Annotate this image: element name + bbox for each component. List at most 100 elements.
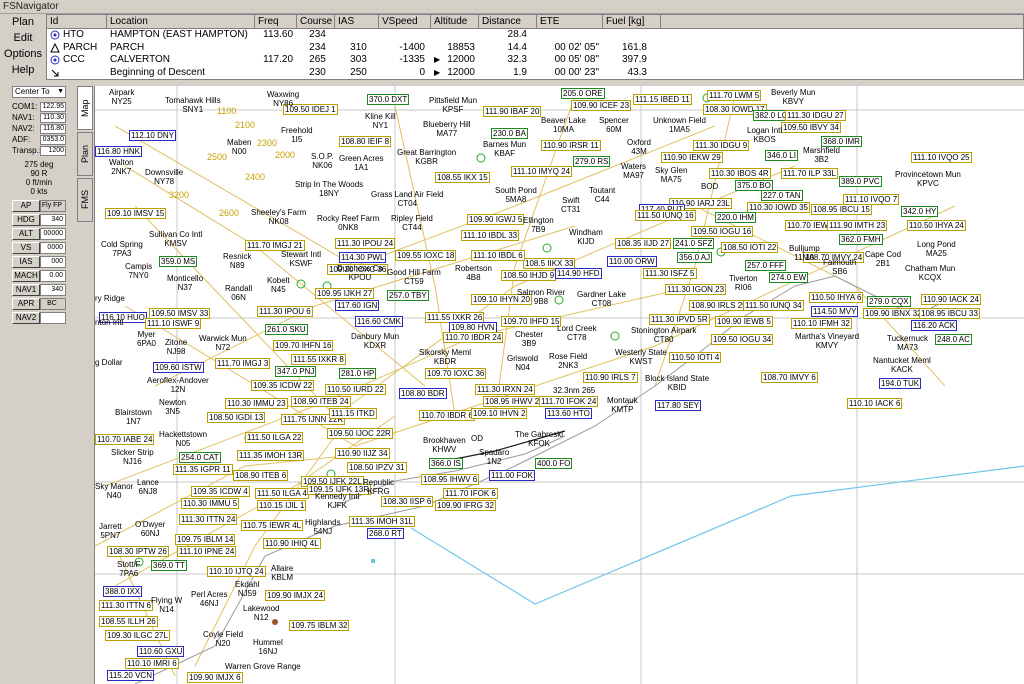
navaid-label[interactable]: 111.70 LWM 5 xyxy=(707,90,762,101)
airport-label[interactable]: Robertson 4B8 xyxy=(455,264,492,282)
navaid-label[interactable]: 111.30 IDGU 9 xyxy=(693,140,750,151)
navaid-label[interactable]: 356.0 AJ xyxy=(677,252,713,263)
navaid-label[interactable]: 111.35 IMOH 13R xyxy=(237,450,305,461)
navaid-label[interactable]: 116.20 ACK xyxy=(911,320,958,331)
navaid-label[interactable]: 279.0 CQX xyxy=(867,296,911,307)
column-header-ete[interactable]: ETE xyxy=(537,15,603,28)
navaid-label[interactable]: 109.70 IOXC 36 xyxy=(425,368,487,379)
airport-label[interactable]: Danbury Mun KDXR xyxy=(351,332,399,350)
airport-label[interactable]: Dutchess Co KPOU xyxy=(337,264,383,282)
autopilot-nav1-button[interactable]: NAV1 xyxy=(12,284,40,296)
navaid-label[interactable]: 230.0 BA xyxy=(491,128,528,139)
airport-label[interactable]: Cold Spring 7PA3 xyxy=(101,240,143,258)
navaid-label[interactable]: 109.50 IOGU 34 xyxy=(711,334,774,345)
autopilot-alt-value[interactable]: 00000 xyxy=(40,228,66,240)
airport-label[interactable]: Marshfield 3B2 xyxy=(803,146,840,164)
airport-label[interactable]: OD xyxy=(471,434,483,443)
navaid-label[interactable]: 113.60 HTO xyxy=(545,408,592,419)
airport-label[interactable]: Salmon River 9B8 xyxy=(517,288,565,306)
navaid-label[interactable]: 109.95 IJKH 27 xyxy=(315,288,375,299)
navaid-label[interactable]: 110.90 IACK 24 xyxy=(921,294,981,305)
airport-label[interactable]: Airpark NY25 xyxy=(109,88,134,106)
navaid-label[interactable]: 111.30 IPOU 6 xyxy=(257,306,313,317)
navaid-label[interactable]: 111.55 IXKR 8 xyxy=(291,354,346,365)
navaid-label[interactable]: 109.75 IBLM 14 xyxy=(175,534,236,545)
navaid-label[interactable]: 111.70 IFOK 24 xyxy=(539,396,599,407)
column-header-altitude[interactable]: Altitude xyxy=(431,15,479,28)
navaid-label[interactable]: 116.80 HNK xyxy=(95,146,142,157)
autopilot-nav2-button[interactable]: NAV2 xyxy=(12,312,40,324)
airport-label[interactable]: Coyle Field N20 xyxy=(203,630,243,648)
navaid-label[interactable]: 347.0 PNJ xyxy=(275,366,317,377)
airport-label[interactable]: Sky Glen MA75 xyxy=(655,166,687,184)
navigation-map[interactable]: 370.0 DXT 205.0 ORE 109.50 IDEJ 1 111.90 IB… xyxy=(94,86,1024,684)
airport-label[interactable]: Bulljump 11MA xyxy=(789,244,820,262)
airport-label[interactable]: Rocky Reef Farm 0NK8 xyxy=(317,214,379,232)
navaid-label[interactable]: 111.90 IMTH 23 xyxy=(827,220,888,231)
airport-label[interactable]: Blueberry Hill MA77 xyxy=(423,120,471,138)
airport-label[interactable]: Stott/F 7PA6 xyxy=(117,560,141,578)
navaid-label[interactable]: 257.0 FFF xyxy=(745,260,786,271)
navaid-label[interactable]: 111.30 IGON 23 xyxy=(665,284,727,295)
airport-label[interactable]: Perl Acres 46NJ xyxy=(191,590,227,608)
airport-label[interactable]: Falmouth SB6 xyxy=(823,258,856,276)
airport-label[interactable]: Kline Kill NY1 xyxy=(365,112,396,130)
navaid-label[interactable]: 109.75 IBLM 32 xyxy=(289,620,350,631)
navaid-label[interactable]: 110.50 IOTI 4 xyxy=(669,352,722,363)
navaid-label[interactable]: 109.50 IOGU 16 xyxy=(691,226,754,237)
airport-label[interactable]: Warwick Mun N72 xyxy=(199,334,247,352)
navaid-label[interactable]: 110.00 ORW xyxy=(607,256,657,267)
navaid-label[interactable]: 388.0 IXX xyxy=(103,586,143,597)
navaid-label[interactable]: 108.50 IGDI 13 xyxy=(207,412,266,423)
navaid-label[interactable]: 111.50 ILGA 22 xyxy=(245,432,304,443)
airport-label[interactable]: Long Pond MA25 xyxy=(917,240,956,258)
navaid-label[interactable]: 109.90 IFRG 32 xyxy=(435,500,496,511)
airport-label[interactable]: g Dollar xyxy=(95,358,123,367)
airport-label[interactable]: Block Island State KBID xyxy=(645,374,709,392)
navaid-label[interactable]: 109.50 IJOC 22R xyxy=(327,428,393,439)
navaid-label[interactable]: 108.50 IHJD 9 xyxy=(501,270,557,281)
airport-label[interactable]: Sikorsky Meml KBDR xyxy=(419,348,471,366)
navaid-label[interactable]: 111.50 IUNQ 34 xyxy=(743,300,804,311)
menu-plan[interactable]: Plan xyxy=(0,14,46,30)
navaid-label[interactable]: 108.55 ILLH 26 xyxy=(99,616,158,627)
navaid-label[interactable]: 111.30 ISFZ 5 xyxy=(643,268,697,279)
radio-value-field[interactable]: 110.30 xyxy=(40,112,66,123)
navaid-label[interactable]: 109.50 IBVY 34 xyxy=(781,122,841,133)
airport-label[interactable]: Warren Grove Range xyxy=(225,662,301,671)
airport-label[interactable]: Republic KFRG xyxy=(363,478,394,496)
airport-label[interactable]: Allaire KBLM xyxy=(271,564,293,582)
airport-label[interactable]: Aeroflex-Andover 12N xyxy=(147,376,209,394)
navaid-label[interactable]: 111.10 IPNE 24 xyxy=(177,546,237,557)
navaid-label[interactable]: 279.0 RS xyxy=(573,156,611,167)
navaid-label[interactable]: 111.90 IBAF 20 xyxy=(483,106,542,117)
table-row[interactable]: HTO HAMPTON (EAST HAMPTON) 113.60 234 28.4 xyxy=(47,29,1023,42)
column-header-freq[interactable]: Freq xyxy=(255,15,297,28)
navaid-label[interactable]: 111.15 IBED 11 xyxy=(633,94,692,105)
navaid-label[interactable]: 110.30 IOWD 35 xyxy=(747,202,810,213)
autopilot-nav1-value[interactable]: 340 xyxy=(40,284,66,296)
navaid-label[interactable]: 109.90 IEWB 5 xyxy=(715,316,773,327)
navaid-label[interactable]: 108.95 IBCU 15 xyxy=(811,204,872,215)
airport-label[interactable]: Sullivan Co Intl KMSV xyxy=(149,230,202,248)
radio-value-field[interactable]: 0353.0 xyxy=(40,134,66,145)
airport-label[interactable]: nton Intl xyxy=(95,318,123,327)
column-header-distance[interactable]: Distance xyxy=(479,15,537,28)
column-header-location[interactable]: Location xyxy=(107,15,255,28)
airport-label[interactable]: 32.3nm 265 xyxy=(553,386,595,395)
airport-label[interactable]: Provincetown Mun KPVC xyxy=(895,170,961,188)
navaid-label[interactable]: 110.90 IRSR 11 xyxy=(541,140,601,151)
column-header-course[interactable]: Course xyxy=(297,15,335,28)
navaid-label[interactable]: 110.50 IURD 22 xyxy=(325,384,386,395)
navaid-label[interactable]: 108.90 ITEB 6 xyxy=(233,470,289,481)
navaid-label[interactable]: 194.0 TUK xyxy=(879,378,922,389)
navaid-label[interactable]: 111.30 ITTN 6 xyxy=(99,600,153,611)
navaid-label[interactable]: 110.70 IBDR 24 xyxy=(443,332,504,343)
navaid-label[interactable]: 109.35 ICDW 22 xyxy=(251,380,315,391)
airport-label[interactable]: Spencer 60M xyxy=(599,116,629,134)
airport-label[interactable]: Oxford 43M xyxy=(627,138,651,156)
navaid-label[interactable]: 110.50 IHYA 6 xyxy=(809,292,864,303)
column-header-id[interactable]: Id xyxy=(47,15,107,28)
airport-label[interactable]: Ellington 7B9 xyxy=(523,216,554,234)
airport-label[interactable]: S.O.P. NK06 xyxy=(311,152,334,170)
